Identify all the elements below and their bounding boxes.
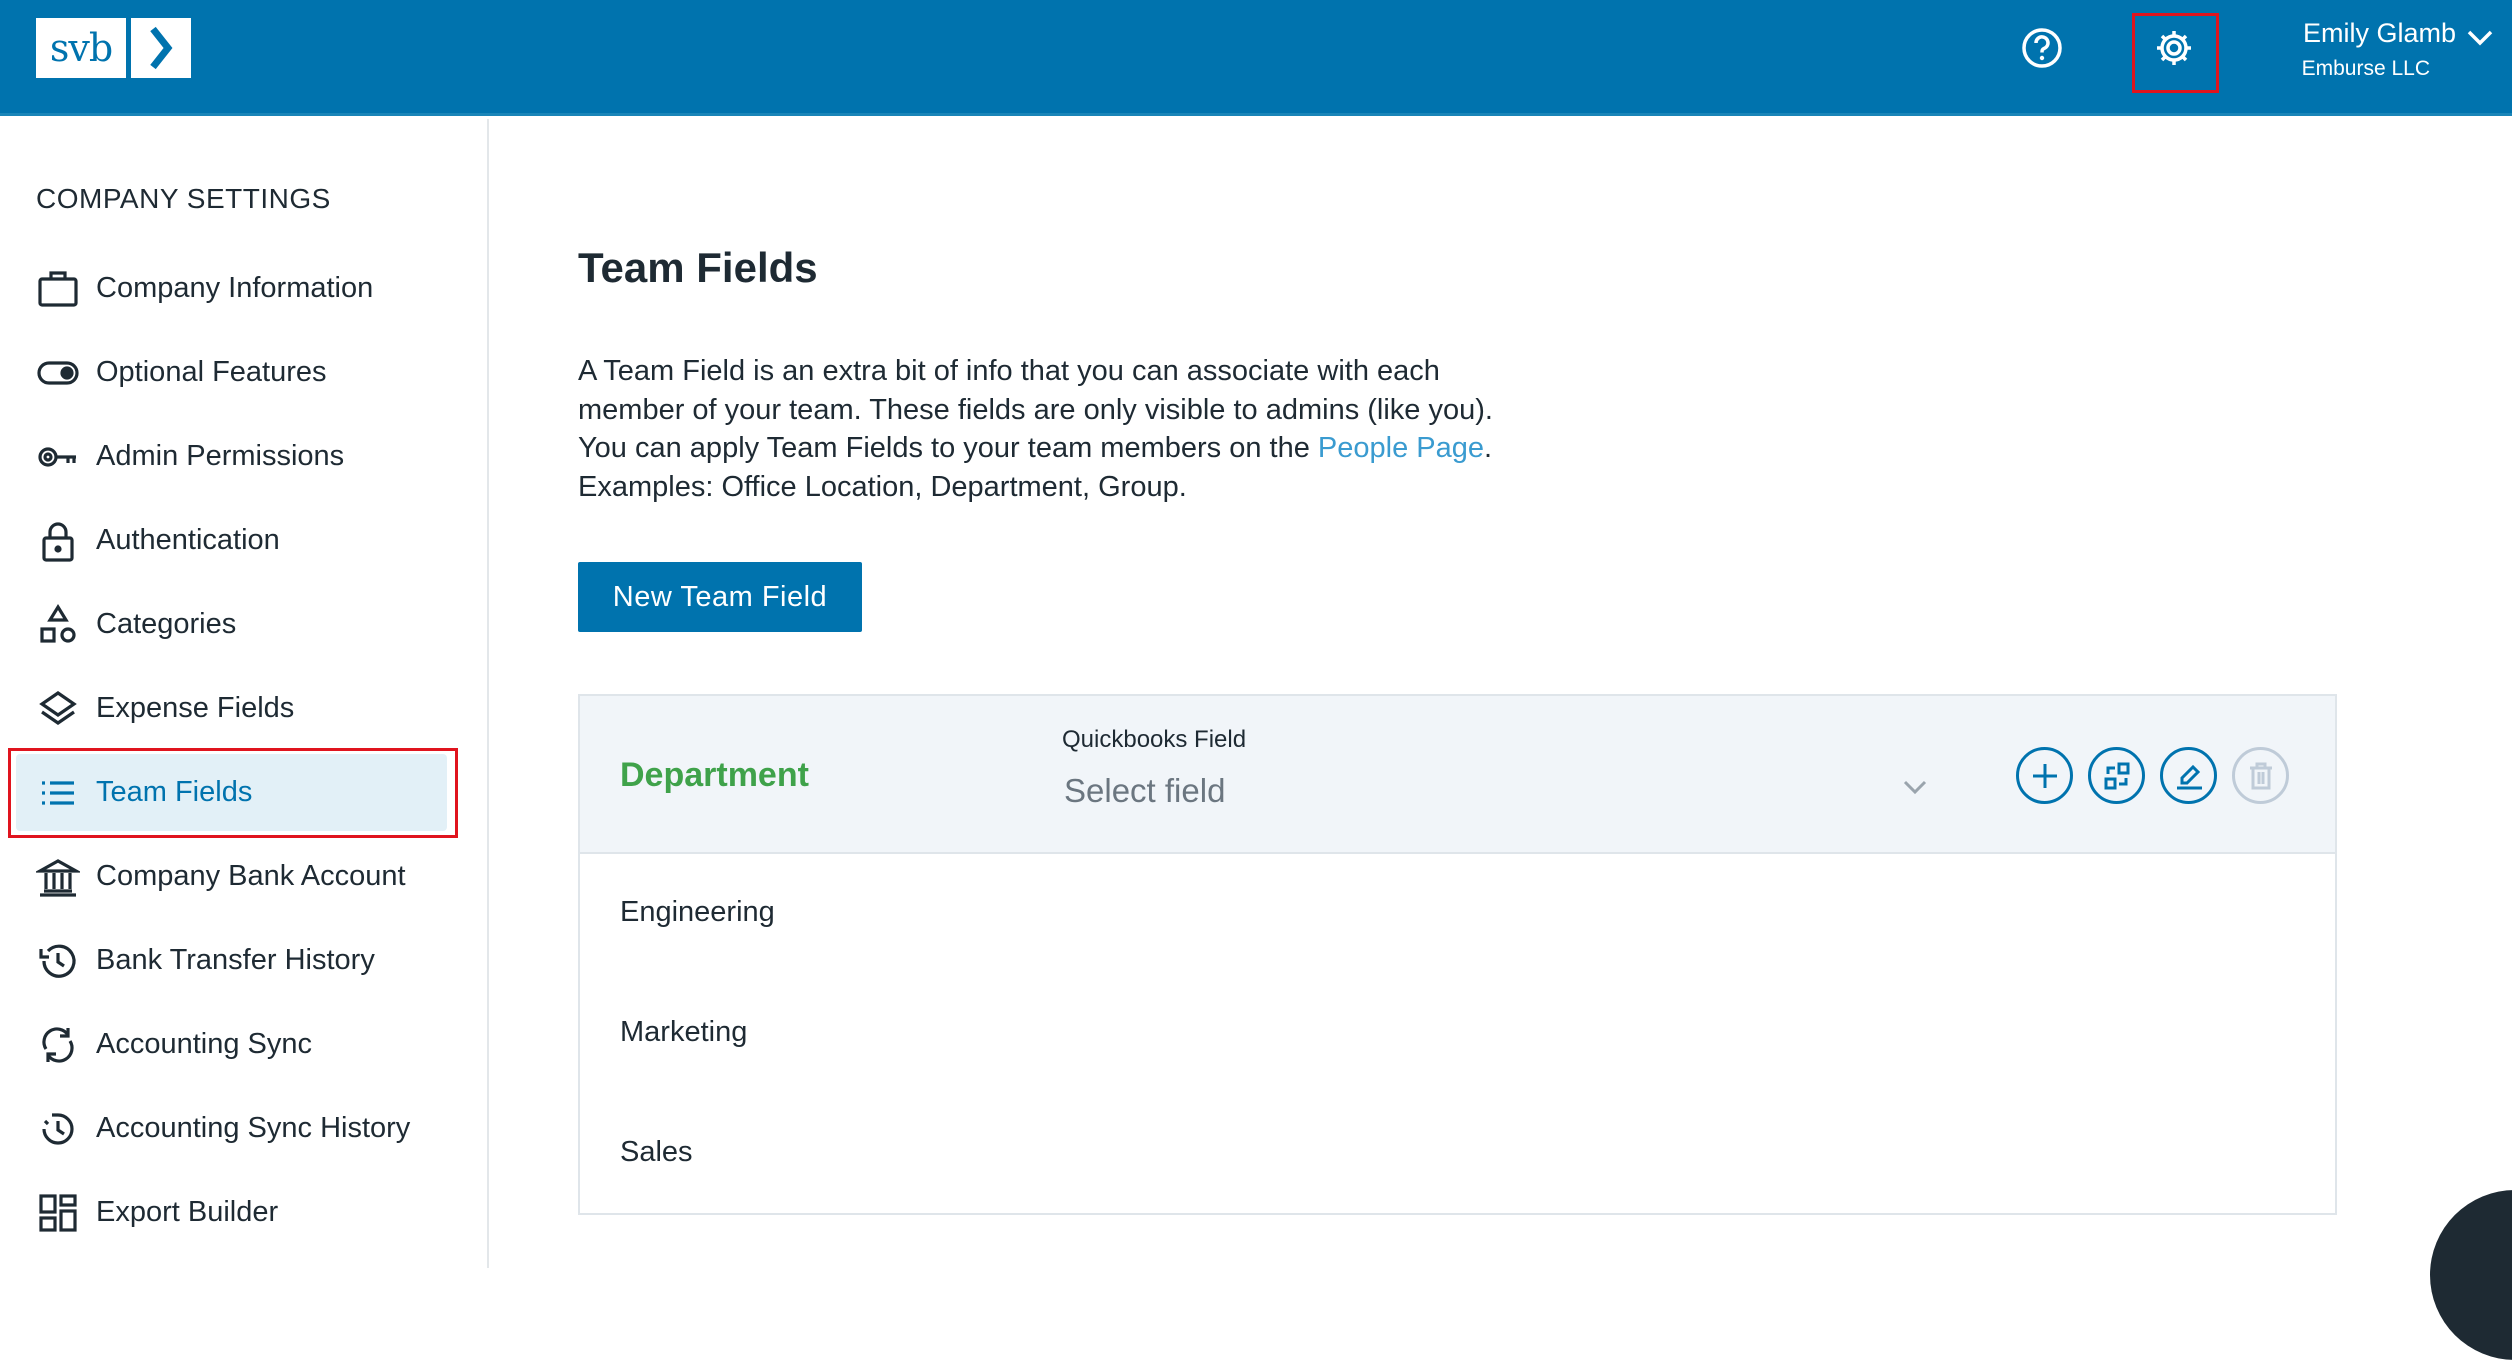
lock-icon xyxy=(36,519,80,563)
sidebar-item-label: Accounting Sync History xyxy=(96,1112,411,1144)
logo-chevron-icon xyxy=(131,18,191,78)
team-fields-highlight xyxy=(8,748,458,838)
sidebar-item-label: Company Information xyxy=(96,272,374,304)
key-icon xyxy=(36,435,80,479)
chevron-down-icon[interactable] xyxy=(2466,28,2494,53)
field-name: Department xyxy=(620,756,809,794)
card-header: Department Quickbooks Field Select field xyxy=(580,696,2335,854)
logo-text: svb xyxy=(36,18,126,78)
sidebar-item-optional-features[interactable]: Optional Features xyxy=(16,334,447,411)
sidebar-item-accounting-sync-history[interactable]: Accounting Sync History xyxy=(16,1090,447,1167)
quickbooks-field-label: Quickbooks Field xyxy=(1062,726,1247,753)
sidebar-item-label: Company Bank Account xyxy=(96,860,406,892)
page-title: Team Fields xyxy=(578,244,818,291)
sidebar-item-company-information[interactable]: Company Information xyxy=(16,250,447,327)
edit-button[interactable] xyxy=(2160,747,2217,804)
briefcase-icon xyxy=(36,267,80,311)
field-value-row: Sales xyxy=(620,1136,693,1168)
shapes-icon xyxy=(36,603,80,647)
sidebar-item-label: Categories xyxy=(96,608,237,640)
sidebar-item-categories[interactable]: Categories xyxy=(16,586,447,663)
bank-icon xyxy=(36,855,80,899)
field-value-row: Marketing xyxy=(620,1016,748,1048)
quickbooks-field-select[interactable]: Select field xyxy=(1064,772,1225,810)
sidebar-item-company-bank-account[interactable]: Company Bank Account xyxy=(16,838,447,915)
user-menu[interactable]: Emily Glamb Emburse LLC xyxy=(2302,18,2456,81)
sidebar-item-label: Accounting Sync xyxy=(96,1028,313,1060)
history-icon xyxy=(36,939,80,983)
svb-logo[interactable]: svb xyxy=(36,18,191,78)
sidebar-item-bank-transfer-history[interactable]: Bank Transfer History xyxy=(16,922,447,999)
map-button[interactable] xyxy=(2088,747,2145,804)
help-icon[interactable] xyxy=(2020,26,2064,70)
add-value-button[interactable] xyxy=(2016,747,2073,804)
description: A Team Field is an extra bit of info tha… xyxy=(578,352,1508,506)
gear-highlight xyxy=(2132,13,2219,93)
user-name: Emily Glamb xyxy=(2302,18,2456,48)
sidebar-item-label: Admin Permissions xyxy=(96,440,345,472)
new-team-field-button[interactable]: New Team Field xyxy=(578,562,862,632)
field-value-row: Engineering xyxy=(620,896,775,928)
sidebar-item-label: Bank Transfer History xyxy=(96,944,375,976)
sidebar-item-admin-permissions[interactable]: Admin Permissions xyxy=(16,418,447,495)
sidebar-item-label: Optional Features xyxy=(96,356,327,388)
chat-widget-button[interactable] xyxy=(2430,1190,2512,1360)
sidebar-item-label: Expense Fields xyxy=(96,692,295,724)
sidebar-item-authentication[interactable]: Authentication xyxy=(16,502,447,579)
chevron-down-icon[interactable] xyxy=(1902,778,1928,801)
toggle-icon xyxy=(36,351,80,395)
grid-icon xyxy=(36,1191,80,1235)
sidebar-item-label: Export Builder xyxy=(96,1196,279,1228)
people-page-link[interactable]: People Page xyxy=(1318,432,1484,464)
top-bar: svb Emily Glamb Emburse LLC xyxy=(0,0,2512,116)
company-name: Emburse LLC xyxy=(2301,57,2430,80)
sidebar-item-accounting-sync[interactable]: Accounting Sync xyxy=(16,1006,447,1083)
examples-text: Examples: Office Location, Department, G… xyxy=(578,470,1187,503)
layers-icon xyxy=(36,687,80,731)
sync-history-icon xyxy=(36,1107,80,1151)
sync-icon xyxy=(36,1023,80,1067)
sidebar-item-export-builder[interactable]: Export Builder xyxy=(16,1174,447,1251)
delete-button[interactable] xyxy=(2232,747,2289,804)
sidebar-item-label: Authentication xyxy=(96,524,280,556)
desc-end: . xyxy=(1484,432,1493,464)
team-field-card: Department Quickbooks Field Select field… xyxy=(578,694,2337,1215)
sidebar-title: COMPANY SETTINGS xyxy=(36,183,331,214)
sidebar-item-expense-fields[interactable]: Expense Fields xyxy=(16,670,447,747)
